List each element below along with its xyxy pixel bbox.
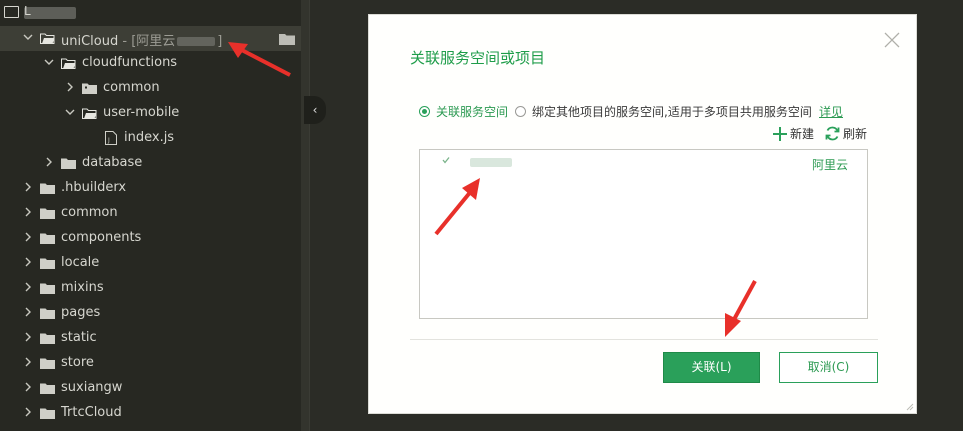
- cloud-provider-suffix: - [阿里云: [122, 34, 176, 49]
- folder-icon: [82, 83, 97, 94]
- refresh-label: 刷新: [843, 127, 868, 141]
- tree-item-label: store: [61, 355, 94, 370]
- dialog-separator: [410, 339, 878, 340]
- dialog-title: 关联服务空间或项目: [410, 49, 546, 67]
- folder-icon: [40, 233, 55, 244]
- tree-item-label: database: [82, 155, 143, 170]
- tree-item-label: components: [61, 230, 142, 245]
- tree-item-suxiangw[interactable]: suxiangw: [0, 376, 301, 401]
- chevron-down-icon[interactable]: [22, 32, 34, 44]
- chevron-right-icon[interactable]: [22, 257, 34, 269]
- plus-icon: [773, 126, 787, 141]
- radio-link-space-label[interactable]: 关联服务空间: [436, 103, 508, 120]
- chevron-right-icon[interactable]: [22, 307, 34, 319]
- detail-link[interactable]: 详见: [819, 103, 843, 120]
- chevron-right-icon[interactable]: [64, 82, 76, 94]
- chevron-right-icon[interactable]: [22, 182, 34, 194]
- folder-icon: [40, 333, 55, 344]
- checkmark-icon: [442, 156, 450, 167]
- link-button[interactable]: 关联(L): [663, 352, 760, 383]
- chevron-right-icon[interactable]: [22, 382, 34, 394]
- tree-item-label: locale: [61, 255, 100, 270]
- space-provider: 阿里云: [812, 158, 849, 172]
- tree-item-store[interactable]: store: [0, 351, 301, 376]
- tree-item-user-mobile[interactable]: user-mobile: [0, 101, 301, 126]
- folder-icon: [40, 308, 55, 319]
- folder-open-icon: [61, 58, 76, 69]
- collapse-sidebar-button[interactable]: ‹: [304, 96, 326, 124]
- tree-item-label: common: [103, 80, 160, 95]
- tree-item-label: common: [61, 205, 118, 220]
- tree-item-locale[interactable]: locale: [0, 251, 301, 276]
- folder-open-icon: [82, 108, 97, 119]
- blurred-project-name: [24, 7, 76, 19]
- chevron-right-icon[interactable]: [22, 332, 34, 344]
- link-cloud-space-dialog: 关联服务空间或项目 关联服务空间 绑定其他项目的服务空间,适用于多项目共用服务空…: [368, 14, 917, 414]
- tree-item-pages[interactable]: pages: [0, 301, 301, 326]
- tree-item-label: static: [61, 330, 97, 345]
- folder-icon: [40, 383, 55, 394]
- blurred-space-name: [177, 37, 216, 46]
- chevron-down-icon[interactable]: [43, 57, 55, 69]
- tree-item-label: uniCloud: [61, 34, 119, 49]
- tree-root-row[interactable]: L: [0, 0, 301, 26]
- tree-item-mixins[interactable]: mixins: [0, 276, 301, 301]
- cancel-button[interactable]: 取消(C): [779, 352, 878, 383]
- new-space-label: 新建: [790, 127, 815, 141]
- folder-icon: [40, 283, 55, 294]
- tree-item-label: suxiangw: [61, 380, 123, 395]
- resize-grip-icon[interactable]: [906, 403, 914, 411]
- refresh-icon: [825, 126, 840, 141]
- folder-icon: [40, 258, 55, 269]
- project-icon: [4, 6, 19, 18]
- annotation-arrow: [725, 280, 757, 337]
- tree-item-trtccloud[interactable]: TrtcCloud: [0, 401, 301, 426]
- blurred-space-name: [470, 158, 512, 167]
- tree-item-index-js[interactable]: J index.js: [0, 126, 301, 151]
- chevron-right-icon[interactable]: [22, 232, 34, 244]
- close-icon[interactable]: [883, 31, 901, 49]
- tree-item-common[interactable]: common: [0, 201, 301, 226]
- tree-item-database[interactable]: database: [0, 151, 301, 176]
- tree-item-label: pages: [61, 305, 101, 320]
- tree-item-label: user-mobile: [103, 105, 180, 120]
- tree-item-label: TrtcCloud: [61, 405, 122, 420]
- js-file-icon: J: [105, 131, 117, 145]
- folder-icon: [61, 158, 76, 169]
- chevron-right-icon[interactable]: [43, 157, 55, 169]
- refresh-button[interactable]: 刷新: [825, 125, 867, 142]
- annotation-arrow: [434, 178, 480, 236]
- tree-item-components[interactable]: components: [0, 226, 301, 251]
- radio-bind-other-project[interactable]: [515, 106, 526, 117]
- chevron-down-icon[interactable]: [64, 107, 76, 119]
- project-tree: L uniCloud - [阿里云] cloudfunctions common…: [0, 0, 301, 431]
- folder-open-icon: [40, 33, 55, 44]
- tree-item-label: .hbuilderx: [61, 180, 127, 195]
- tree-item-label: mixins: [61, 280, 104, 295]
- list-item[interactable]: 阿里云: [420, 150, 867, 174]
- radio-bind-other-project-label[interactable]: 绑定其他项目的服务空间,适用于多项目共用服务空间: [532, 103, 812, 120]
- tree-root-label: L: [24, 4, 31, 18]
- chevron-right-icon[interactable]: [22, 407, 34, 419]
- tree-item-label: cloudfunctions: [82, 55, 178, 70]
- folder-icon: [40, 208, 55, 219]
- folder-icon: [40, 408, 55, 419]
- tree-item-static[interactable]: static: [0, 326, 301, 351]
- radio-link-space[interactable]: [419, 106, 430, 117]
- tree-item-label: index.js: [124, 130, 175, 145]
- new-space-button[interactable]: 新建: [773, 125, 814, 142]
- tree-item-hbuilderx[interactable]: .hbuilderx: [0, 176, 301, 201]
- annotation-arrow: [228, 42, 291, 77]
- chevron-right-icon[interactable]: [22, 357, 34, 369]
- chevron-right-icon[interactable]: [22, 282, 34, 294]
- svg-text:J: J: [107, 137, 110, 144]
- folder-icon: [40, 183, 55, 194]
- chevron-right-icon[interactable]: [22, 207, 34, 219]
- cloud-provider-suffix-end: ]: [217, 34, 223, 49]
- cloud-space-list: 阿里云: [419, 149, 868, 319]
- folder-icon: [40, 358, 55, 369]
- tree-scrollbar[interactable]: [301, 0, 309, 431]
- editor-divider: [309, 0, 310, 431]
